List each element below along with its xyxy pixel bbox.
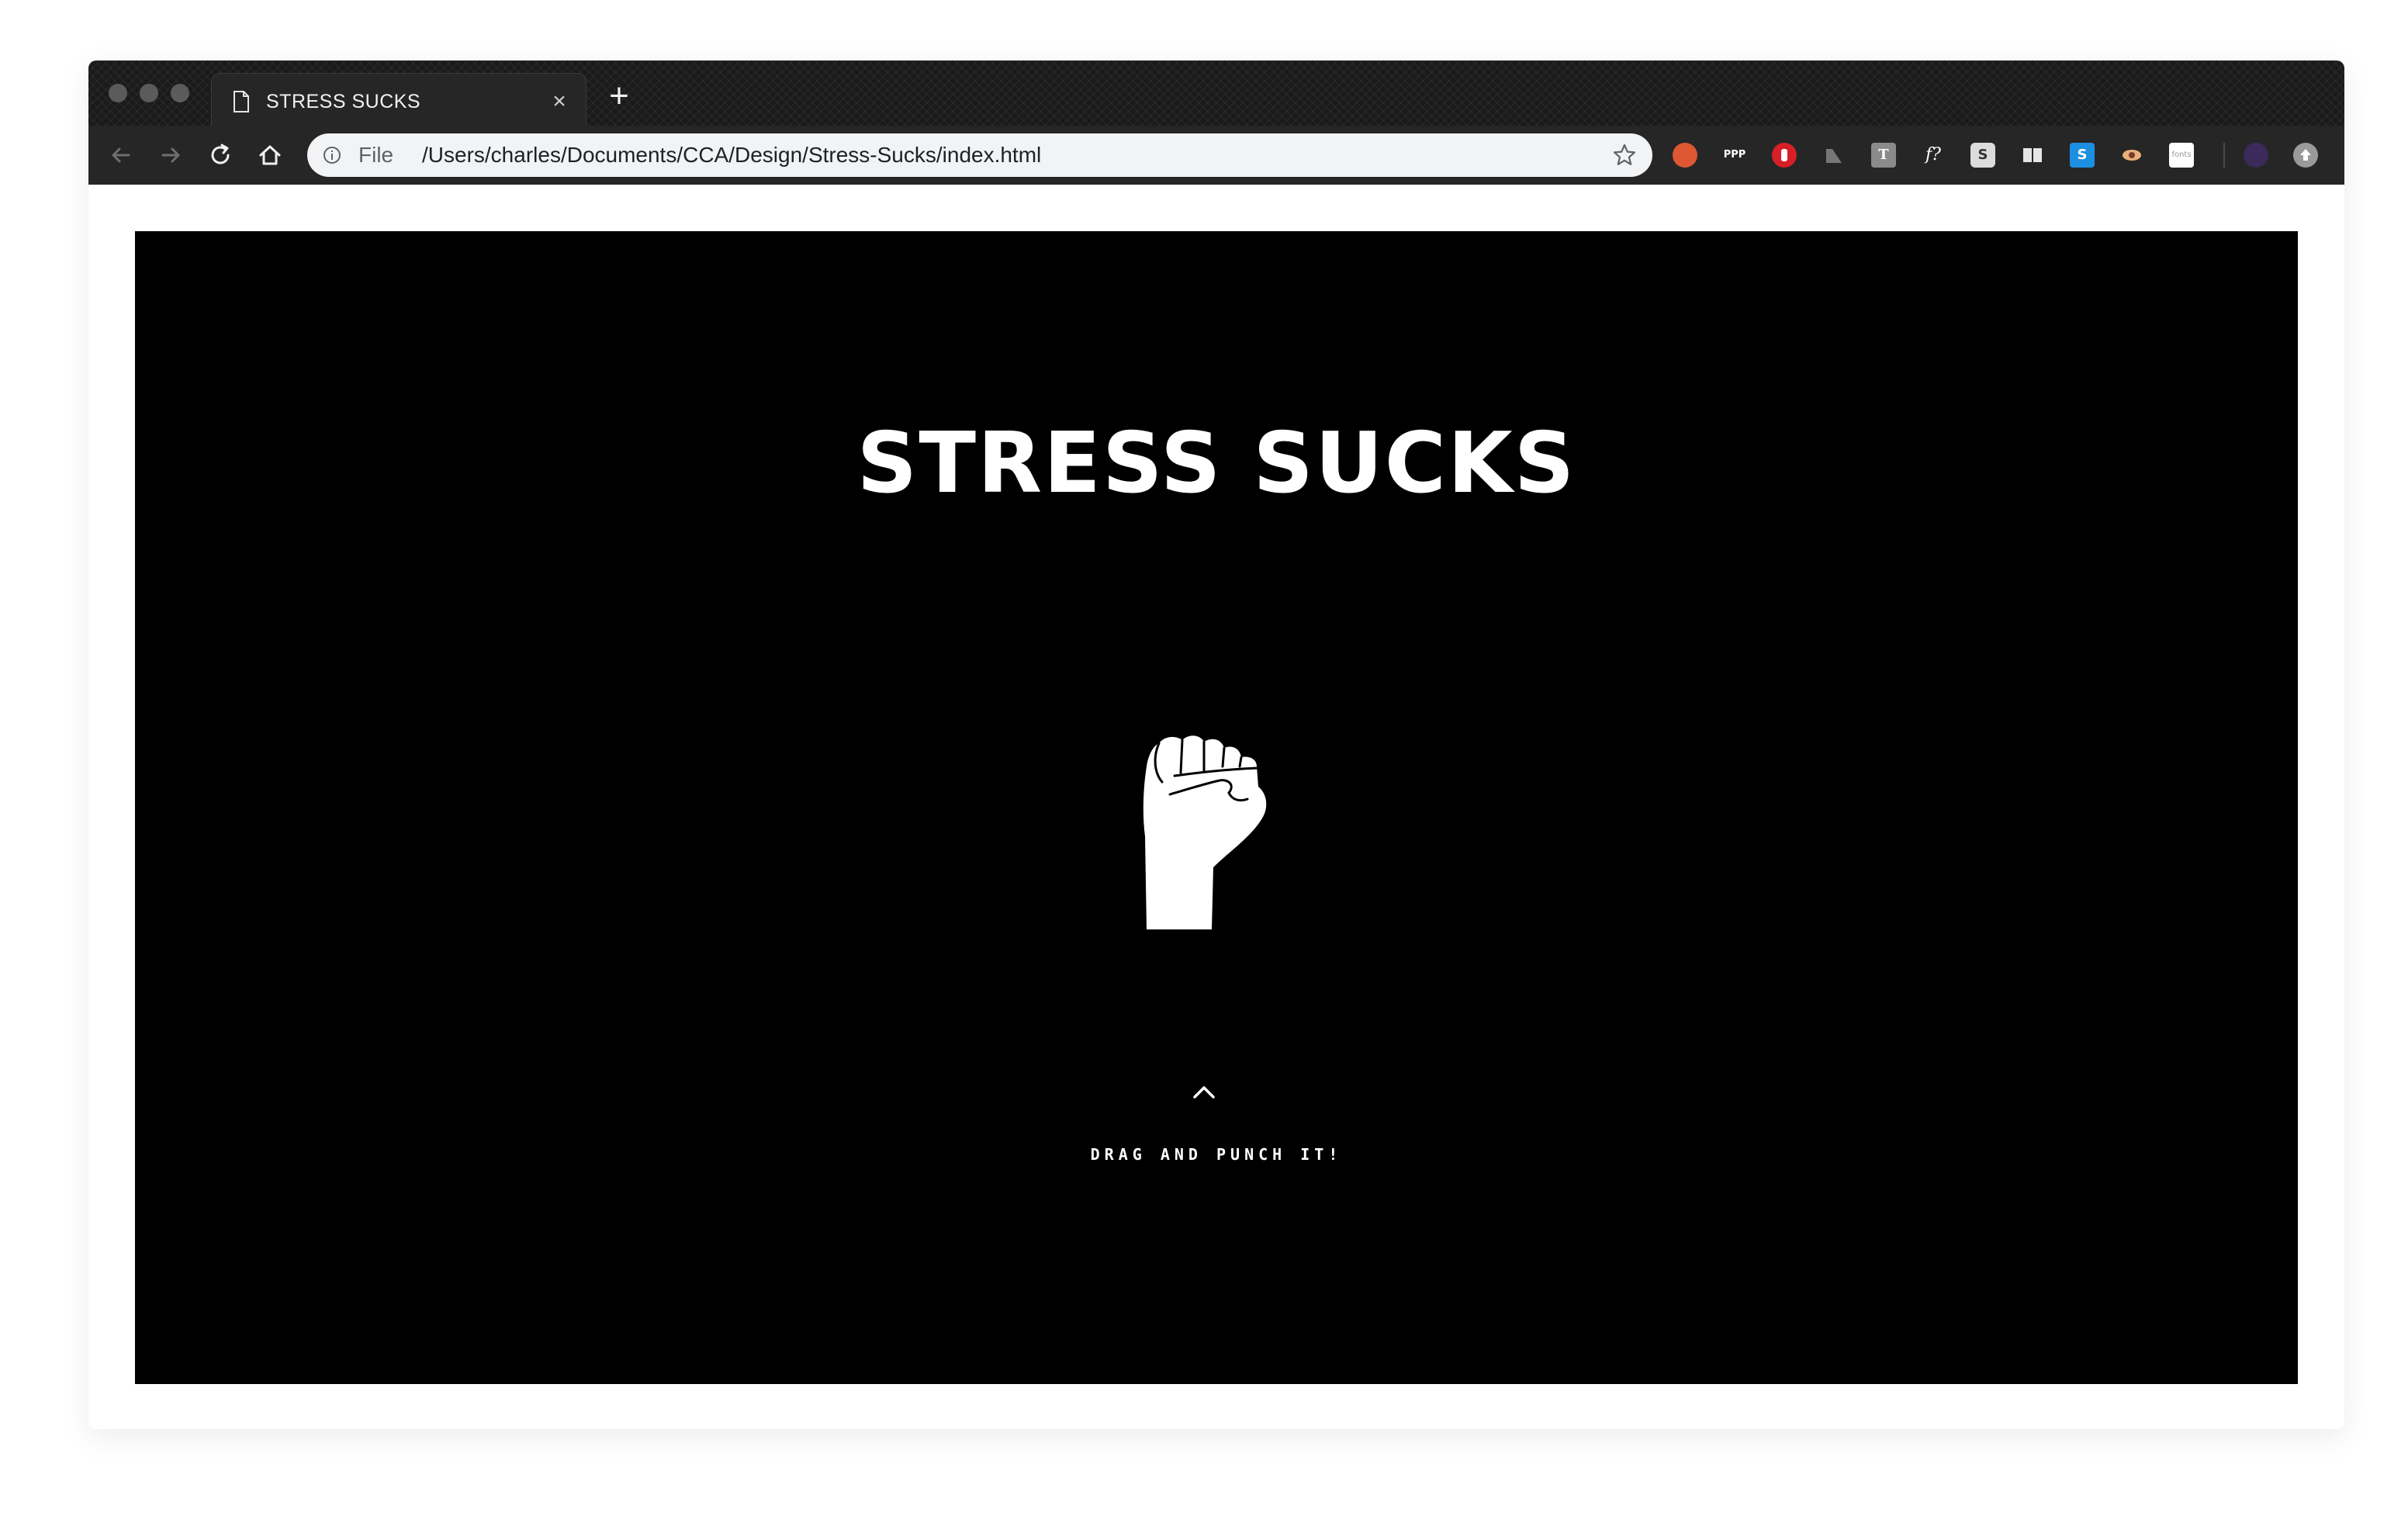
skype-icon[interactable]: S	[2070, 143, 2095, 168]
page-viewport: STRESS SUCKS DRAG AND PUNCH IT!	[135, 231, 2298, 1384]
ppp-extension-icon[interactable]: PPP	[1722, 143, 1747, 168]
close-window-button[interactable]	[109, 84, 127, 102]
bookmark-star-icon[interactable]	[1612, 143, 1637, 168]
tab-close-icon[interactable]: ×	[547, 89, 572, 114]
toolbar: File /Users/charles/Documents/CCA/Design…	[88, 126, 2344, 185]
s-extension-icon[interactable]: S	[1970, 143, 1995, 168]
profile-avatar[interactable]	[2244, 143, 2268, 168]
back-arrow-icon[interactable]	[106, 140, 137, 171]
raised-fist-icon[interactable]	[1136, 712, 1275, 929]
reload-icon[interactable]	[205, 140, 236, 171]
fonts-extension-icon[interactable]: fonts	[2169, 143, 2194, 168]
new-tab-button[interactable]: +	[604, 79, 635, 113]
home-icon[interactable]	[254, 140, 285, 171]
toolbar-divider	[2223, 143, 2225, 168]
title-bar: STRESS SUCKS × +	[88, 61, 2344, 126]
drag-hint-text: DRAG AND PUNCH IT!	[1090, 1145, 1343, 1164]
text-extension-icon[interactable]: T	[1871, 143, 1896, 168]
split-view-icon[interactable]	[2020, 143, 2045, 168]
document-icon	[234, 91, 249, 112]
tab-title: STRESS SUCKS	[266, 91, 421, 112]
url-text[interactable]: /Users/charles/Documents/CCA/Design/Stre…	[422, 143, 1041, 168]
minimize-window-button[interactable]	[140, 84, 158, 102]
tab-active[interactable]: STRESS SUCKS ×	[211, 73, 586, 126]
whatfont-icon[interactable]: f?	[1921, 143, 1946, 168]
url-scheme-label: File	[358, 143, 394, 167]
adblock-hand-icon[interactable]	[1772, 143, 1797, 168]
chevron-up-icon	[1193, 1086, 1215, 1099]
page-title: STRESS SUCKS	[856, 415, 1576, 512]
forward-arrow-icon[interactable]	[155, 140, 186, 171]
browser-window: STRESS SUCKS × + File /Users/charles/Doc…	[88, 61, 2344, 1429]
address-bar[interactable]: File /Users/charles/Documents/CCA/Design…	[307, 133, 1652, 177]
duckduckgo-icon[interactable]	[1673, 143, 1697, 168]
eye-extension-icon[interactable]	[2119, 143, 2144, 168]
info-icon[interactable]	[323, 146, 341, 164]
ruler-extension-icon[interactable]	[1822, 143, 1846, 168]
maximize-window-button[interactable]	[171, 84, 189, 102]
update-menu-icon[interactable]	[2293, 143, 2318, 168]
